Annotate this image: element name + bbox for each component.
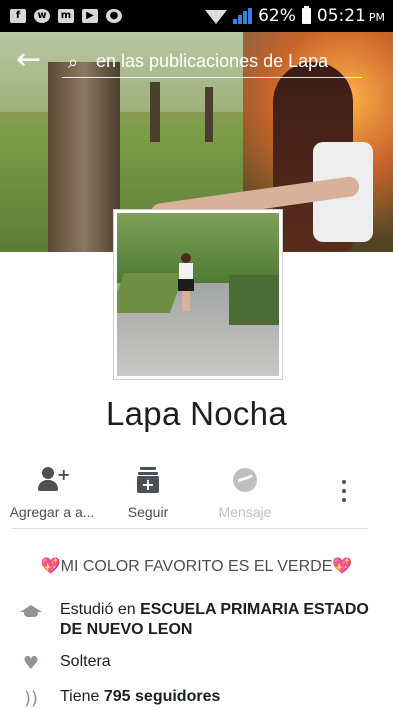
follow-icon: + [134, 466, 162, 494]
top-bar: ← ⌕ en las publicaciones de Lapa [0, 38, 393, 84]
profile-photo-person [178, 253, 194, 313]
battery-icon [301, 6, 311, 24]
notification-icons: f w m ▶ ● [0, 9, 122, 23]
camera-icon: ● [106, 9, 122, 23]
bio: 💖MI COLOR FAVORITO ES EL VERDE💖 [0, 556, 393, 576]
profile-photo-grass [229, 275, 279, 325]
rss-icon: )) [23, 688, 39, 709]
heart-icon: ♥ [22, 653, 40, 674]
add-friend-label: Agregar a a... [9, 504, 95, 520]
status-bar: f w m ▶ ● 62% 05:21 PM [0, 0, 393, 32]
search-underline [62, 77, 362, 78]
followers-count[interactable]: 795 seguidores [104, 688, 221, 705]
clock-ampm: PM [368, 11, 385, 24]
search-bar[interactable]: ⌕ en las publicaciones de Lapa [62, 44, 362, 78]
profile-photo[interactable] [114, 210, 282, 379]
follow-label: Seguir [127, 504, 169, 520]
whatsapp-icon: w [34, 9, 50, 23]
follow-button[interactable]: + Seguir [102, 462, 194, 520]
facebook-icon: f [10, 9, 26, 23]
search-placeholder[interactable]: en las publicaciones de Lapa [96, 51, 328, 72]
relationship-row: ♥ Soltera [20, 653, 380, 675]
education-prefix: Estudió en [60, 601, 141, 618]
divider [12, 528, 368, 529]
system-status: 62% 05:21 PM [205, 6, 393, 26]
relationship-text: Soltera [60, 653, 111, 670]
cover-tree-small [205, 87, 213, 142]
profile-name: Lapa Nocha [106, 395, 287, 432]
followers-text: Tiene 795 seguidores [60, 688, 220, 710]
youtube-icon: ▶ [82, 9, 98, 23]
add-friend-icon: + [38, 465, 70, 494]
messenger-icon: m [58, 9, 74, 23]
person-head [181, 253, 191, 263]
wifi-icon [205, 10, 228, 24]
followers-row[interactable]: )) Tiene 795 seguidores [20, 688, 380, 710]
graduation-cap-icon [20, 600, 42, 622]
education-text: Estudió en ESCUELA PRIMARIA ESTADO DE NU… [60, 600, 380, 640]
heart-icon: 💖 [40, 556, 61, 575]
battery-percent: 62% [258, 6, 296, 26]
clock-time: 05:21 [316, 6, 366, 26]
cover-tree-trunk [48, 62, 120, 252]
message-label: Mensaje [218, 504, 272, 520]
heart-icon: 💖 [332, 556, 353, 575]
messenger-icon [231, 466, 259, 494]
more-options-icon[interactable] [336, 480, 352, 508]
person-skirt [178, 279, 194, 291]
signal-icon [233, 8, 253, 24]
followers-prefix: Tiene [60, 688, 104, 705]
profile-actions: + Agregar a a... + Seguir Mensaje [10, 462, 382, 526]
add-friend-button[interactable]: + Agregar a a... [6, 462, 98, 520]
clock: 05:21 PM [317, 6, 385, 26]
cover-tree-small [150, 82, 160, 142]
education-row[interactable]: Estudió en ESCUELA PRIMARIA ESTADO DE NU… [20, 600, 380, 640]
person-legs [182, 291, 190, 311]
back-arrow-icon[interactable]: ← [16, 45, 48, 77]
bio-text: MI COLOR FAVORITO ES EL VERDE [60, 558, 333, 575]
person-top [179, 263, 193, 279]
message-button[interactable]: Mensaje [199, 462, 291, 520]
search-icon: ⌕ [68, 52, 79, 73]
